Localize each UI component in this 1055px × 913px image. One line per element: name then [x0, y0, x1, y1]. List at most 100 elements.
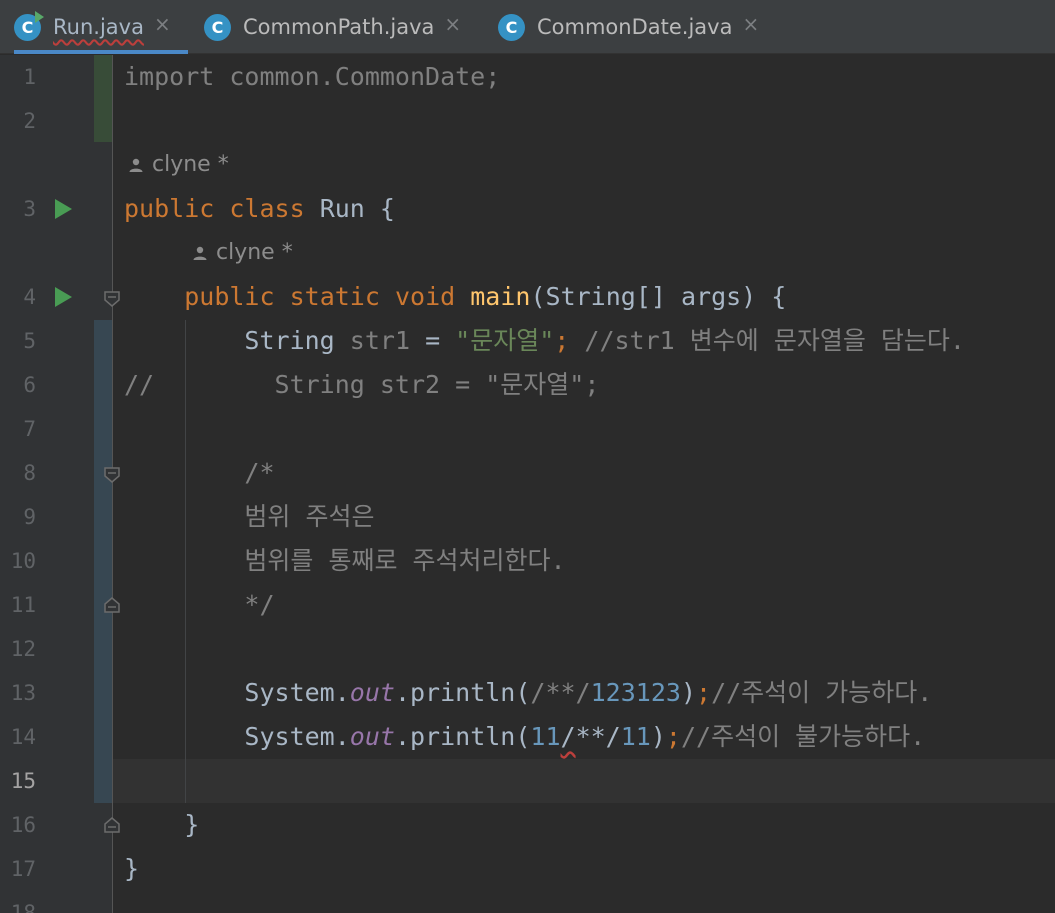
method-call: .println(: [394, 678, 531, 707]
code-editor[interactable]: 1 2 3 4 5 6 7 8 9 10 11 12 13 14 15 16 1…: [0, 55, 1055, 913]
line-number: 5: [23, 329, 36, 353]
type-name: String: [244, 326, 335, 355]
java-class-icon: C: [498, 13, 525, 41]
gutter-separator: [112, 55, 113, 913]
method-name: main: [470, 282, 531, 311]
line-number: 6: [23, 373, 36, 397]
run-class-icon[interactable]: [55, 199, 72, 219]
class-name: Run: [319, 194, 365, 223]
author-inlay-hint[interactable]: clyne *: [128, 143, 229, 187]
line-comment: // String str2 = "문자열";: [124, 370, 600, 399]
code-line-8[interactable]: /*: [124, 451, 275, 495]
keyword: public: [124, 194, 215, 223]
fold-close-icon[interactable]: [104, 597, 120, 613]
tab-commondate-java[interactable]: C CommonDate.java ×: [498, 0, 772, 54]
line-number: 13: [10, 681, 36, 705]
vcs-added-marker[interactable]: [94, 55, 112, 142]
code-line-3[interactable]: public class Run {: [124, 187, 395, 231]
code-line-17[interactable]: }: [124, 847, 139, 891]
keyword: public: [184, 282, 275, 311]
tab-commonpath-java[interactable]: C CommonPath.java ×: [204, 0, 480, 54]
line-number: 7: [23, 417, 36, 441]
import-path: common.CommonDate;: [214, 62, 501, 91]
code-line-9[interactable]: 범위 주석은: [124, 495, 374, 539]
paren: ): [680, 678, 696, 707]
block-comment: 범위를 통째로 주석처리한다.: [244, 546, 566, 575]
code-line-13[interactable]: System.out.println(/**/123123);//주석이 가능하…: [124, 671, 932, 715]
code-line-10[interactable]: 범위를 통째로 주석처리한다.: [124, 539, 566, 583]
line-comment: //주석이 가능하다.: [711, 678, 933, 707]
code-line-11[interactable]: */: [124, 583, 275, 627]
tab-label: CommonPath.java: [243, 15, 435, 39]
current-line-highlight: [113, 759, 1055, 803]
line-number: 2: [23, 109, 36, 133]
line-number: 8: [23, 461, 36, 485]
close-icon[interactable]: ×: [154, 12, 171, 36]
code-line-6[interactable]: // String str2 = "문자열";: [124, 363, 599, 407]
close-icon[interactable]: ×: [742, 12, 759, 36]
tab-label: CommonDate.java: [537, 15, 733, 39]
user-icon: [129, 158, 143, 172]
class-ref: System.: [244, 678, 350, 707]
line-number: 10: [10, 549, 36, 573]
keyword: static: [289, 282, 380, 311]
tab-run-java[interactable]: C Run.java ×: [14, 0, 188, 54]
params: (String[] args) {: [530, 282, 787, 311]
static-field: out: [349, 678, 395, 707]
string-literal: "문자열": [455, 326, 555, 355]
keyword: import: [124, 62, 215, 91]
fold-close-icon[interactable]: [104, 817, 120, 833]
block-comment: 범위 주석은: [244, 502, 375, 531]
class-ref: System.: [244, 722, 350, 751]
inline-comment: /**/: [530, 678, 591, 707]
error-operator[interactable]: /: [561, 722, 576, 751]
line-number: 17: [10, 857, 36, 881]
author-name: clyne *: [152, 152, 229, 177]
keyword: void: [394, 282, 456, 311]
paren: ): [650, 722, 666, 751]
java-class-run-icon: C: [14, 10, 44, 41]
brace: }: [124, 854, 140, 883]
number-literal: 11: [530, 722, 561, 751]
line-number: 3: [23, 197, 36, 221]
line-number-current: 15: [10, 769, 36, 793]
code-line-1[interactable]: import common.CommonDate;: [124, 55, 500, 99]
block-comment: /*: [244, 458, 275, 487]
semicolon: ;: [554, 326, 570, 355]
code-line-16[interactable]: }: [124, 803, 199, 847]
number-literal: 123123: [590, 678, 681, 707]
vcs-changed-marker[interactable]: [94, 320, 112, 803]
number-literal: 11: [620, 722, 651, 751]
line-number: 11: [10, 593, 36, 617]
tab-label: Run.java: [53, 15, 144, 39]
fold-open-icon[interactable]: [104, 467, 120, 483]
block-comment: */: [244, 590, 275, 619]
keyword: class: [229, 194, 305, 223]
close-icon[interactable]: ×: [444, 12, 461, 36]
author-inlay-hint[interactable]: clyne *: [192, 231, 293, 275]
line-number: 18: [10, 901, 36, 913]
user-icon: [193, 246, 207, 260]
operator: =: [410, 326, 456, 355]
java-class-icon: C: [204, 13, 231, 41]
line-comment: //str1 변수에 문자열을 담는다.: [584, 326, 965, 355]
brace: {: [379, 194, 395, 223]
line-number: 14: [10, 725, 36, 749]
operator-text: **/: [575, 722, 621, 751]
semicolon: ;: [665, 722, 681, 751]
code-line-14[interactable]: System.out.println(11/**/11);//주석이 불가능하다…: [124, 715, 925, 759]
run-main-icon[interactable]: [55, 287, 72, 307]
editor-tab-bar: C Run.java × C CommonPath.java × C Commo…: [0, 0, 1055, 54]
line-number: 16: [10, 813, 36, 837]
author-name: clyne *: [216, 240, 293, 265]
code-line-4[interactable]: public static void main(String[] args) {: [124, 275, 786, 319]
method-call: .println(: [394, 722, 531, 751]
line-comment: //주석이 불가능하다.: [680, 722, 926, 751]
line-number: 12: [10, 637, 36, 661]
fold-open-icon[interactable]: [104, 291, 120, 307]
code-line-5[interactable]: String str1 = "문자열"; //str1 변수에 문자열을 담는다…: [124, 319, 965, 363]
line-number: 9: [23, 505, 36, 529]
line-number: 4: [23, 285, 36, 309]
line-number: 1: [23, 65, 36, 89]
variable-name: str1: [349, 326, 411, 355]
